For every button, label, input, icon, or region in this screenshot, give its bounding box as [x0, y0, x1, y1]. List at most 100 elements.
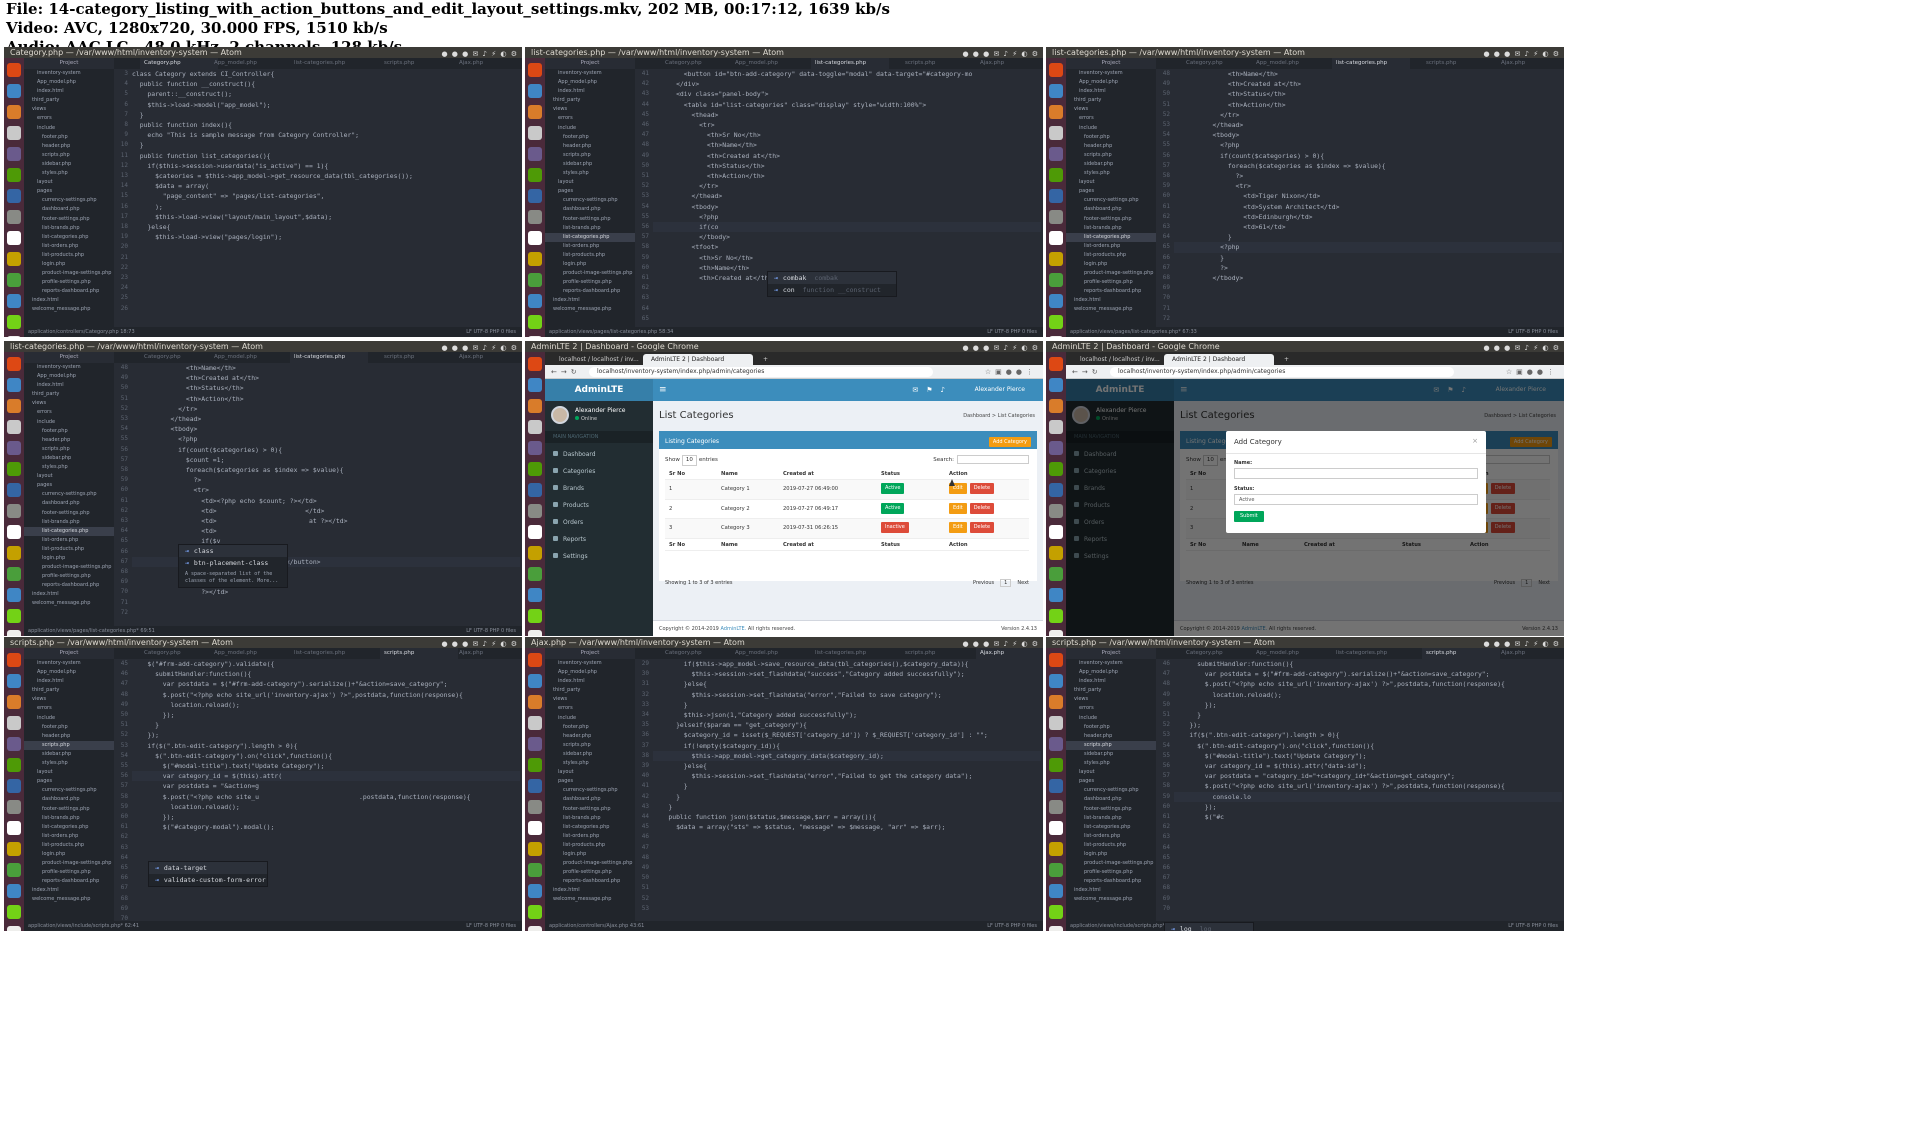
tree-item[interactable]: profile-settings.php — [1066, 868, 1156, 877]
launcher-app-icon[interactable] — [528, 609, 542, 623]
tree-item[interactable]: sidebar.php — [24, 750, 114, 759]
launcher-app-icon[interactable] — [528, 84, 542, 98]
autocomplete-popup[interactable]: ⇥ class ⇥ btn-placement-class A space-separa… — [178, 544, 288, 589]
code-line[interactable]: } — [653, 802, 1041, 812]
code-line[interactable]: <button id="btn-add-category" data-toggl… — [653, 69, 1041, 79]
launcher-app-icon[interactable] — [7, 567, 21, 581]
code-line[interactable]: $(".btn-edit-category").on("click",funct… — [132, 751, 520, 761]
launcher-app-icon[interactable] — [528, 483, 542, 497]
autocomplete-item[interactable]: ⇥ combak combak — [768, 271, 896, 284]
launcher-app-icon[interactable] — [1049, 378, 1063, 392]
status-badge[interactable]: Active — [881, 483, 905, 494]
tree-item[interactable]: third_party — [24, 390, 114, 399]
tree-item[interactable]: third_party — [1066, 686, 1156, 695]
code-line[interactable]: "page_content" => "pages/list-categories… — [132, 191, 520, 201]
launcher-app-icon[interactable] — [1049, 210, 1063, 224]
sidebar-item-settings[interactable]: Settings — [545, 548, 653, 565]
tree-item[interactable]: styles.php — [24, 463, 114, 472]
code-line[interactable]: if(count($categories) > 0){ — [132, 445, 520, 455]
code-line[interactable]: }); — [132, 710, 520, 720]
tree-item[interactable]: footer-settings.php — [545, 805, 635, 814]
launcher-app-icon[interactable] — [7, 189, 21, 203]
code-line[interactable]: parent::__construct(); — [132, 89, 520, 99]
tree-item[interactable]: layout — [545, 178, 635, 187]
tree-item[interactable]: views — [545, 695, 635, 704]
autocomplete-item[interactable]: ⇥ data-target — [149, 861, 267, 874]
tree-item[interactable]: product-image-settings.php — [545, 859, 635, 868]
url-input[interactable]: localhost/inventory-system/index.php/adm… — [589, 367, 933, 377]
launcher-app-icon[interactable] — [1049, 567, 1063, 581]
tree-item[interactable]: inventory-system — [545, 659, 635, 668]
editor-tab[interactable]: scripts.php — [1422, 648, 1500, 659]
tree-item[interactable]: layout — [24, 178, 114, 187]
tree-item[interactable]: errors — [545, 704, 635, 713]
tree-item[interactable]: header.php — [545, 142, 635, 151]
tree-item[interactable]: login.php — [24, 850, 114, 859]
launcher-app-icon[interactable] — [528, 695, 542, 709]
code-line[interactable]: ); — [132, 202, 520, 212]
launcher-app-icon[interactable] — [7, 420, 21, 434]
tree-item[interactable]: login.php — [1066, 260, 1156, 269]
launcher-app-icon[interactable] — [528, 716, 542, 730]
launcher-app-icon[interactable] — [7, 779, 21, 793]
tree-item[interactable]: views — [545, 105, 635, 114]
tree-item[interactable]: errors — [24, 114, 114, 123]
tree-item[interactable]: inventory-system — [1066, 659, 1156, 668]
window-controls[interactable]: ● ● ● ✉ ♪ ⚡ ◐ ⚙ — [1483, 343, 1560, 352]
code-line[interactable]: <table id="list-categories" class="displ… — [653, 100, 1041, 110]
tree-item[interactable]: dashboard.php — [24, 205, 114, 214]
tree-item[interactable]: third_party — [1066, 96, 1156, 105]
tree-item[interactable]: index.html — [24, 296, 114, 305]
editor-tab[interactable]: list-categories.php — [811, 58, 889, 69]
tree-item[interactable]: App_model.php — [545, 668, 635, 677]
code-line[interactable]: }elseif($param == "get_category"){ — [653, 720, 1041, 730]
sidebar-item-categories[interactable]: Categories — [545, 463, 653, 480]
launcher-app-icon[interactable] — [7, 147, 21, 161]
editor-tab[interactable]: Category.php — [140, 58, 218, 69]
browser-tab[interactable]: localhost / localhost / inv... — [551, 354, 639, 365]
code-line[interactable]: $("#category-modal").modal(); — [132, 822, 520, 832]
code-line[interactable]: var postdata = "category_id="+category_i… — [1174, 771, 1562, 781]
launcher-app-icon[interactable] — [7, 905, 21, 919]
tree-item[interactable]: header.php — [1066, 142, 1156, 151]
tree-item[interactable]: product-image-settings.php — [1066, 269, 1156, 278]
tree-item[interactable]: list-brands.php — [1066, 814, 1156, 823]
autocomplete-item[interactable]: ⇥ validate-custom-form-error — [149, 874, 267, 886]
code-line[interactable]: public function json($status,$message,$a… — [653, 812, 1041, 822]
code-line[interactable]: if($(".btn-edit-category").length > 0){ — [132, 741, 520, 751]
code-line[interactable]: var category_id = $(this).attr( — [132, 771, 520, 782]
copyright-link[interactable]: AdminLTE. — [720, 626, 746, 632]
launcher-app-icon[interactable] — [7, 378, 21, 392]
code-line[interactable]: <th>Status</th> — [1174, 89, 1562, 99]
tree-item[interactable]: product-image-settings.php — [545, 269, 635, 278]
tree-item[interactable]: include — [1066, 714, 1156, 723]
tree-item[interactable]: layout — [24, 768, 114, 777]
tree-item[interactable]: list-brands.php — [545, 224, 635, 233]
tree-item[interactable]: list-products.php — [545, 251, 635, 260]
editor-tab[interactable]: Ajax.php — [1497, 58, 1564, 69]
tree-item[interactable]: reports-dashboard.php — [24, 877, 114, 886]
launcher-app-icon[interactable] — [7, 588, 21, 602]
code-line[interactable]: <th>Name</th> — [653, 140, 1041, 150]
tree-item[interactable]: list-orders.php — [1066, 242, 1156, 251]
launcher-app-icon[interactable] — [7, 863, 21, 877]
tree-item[interactable]: inventory-system — [24, 363, 114, 372]
tree-item[interactable]: layout — [1066, 178, 1156, 187]
launcher-app-icon[interactable] — [528, 926, 542, 931]
launcher-app-icon[interactable] — [528, 126, 542, 140]
tree-item[interactable]: styles.php — [1066, 169, 1156, 178]
column-header[interactable]: Name — [721, 468, 738, 480]
launcher-app-icon[interactable] — [7, 630, 21, 636]
tree-item[interactable]: index.html — [545, 87, 635, 96]
code-line[interactable]: echo "This is sample message from Catego… — [132, 130, 520, 140]
tree-item[interactable]: currency-settings.php — [1066, 196, 1156, 205]
browser-tab[interactable]: localhost / localhost / inv... — [1072, 354, 1160, 365]
tree-item[interactable]: include — [1066, 124, 1156, 133]
autocomplete-item[interactable]: ⇥ con function __construct — [768, 284, 896, 296]
tree-item[interactable]: currency-settings.php — [1066, 786, 1156, 795]
launcher-app-icon[interactable] — [7, 504, 21, 518]
code-line[interactable]: <tfoot> — [653, 242, 1041, 252]
status-badge[interactable]: Active — [881, 502, 905, 514]
tree-item[interactable]: pages — [24, 777, 114, 786]
launcher-app-icon[interactable] — [1049, 588, 1063, 602]
